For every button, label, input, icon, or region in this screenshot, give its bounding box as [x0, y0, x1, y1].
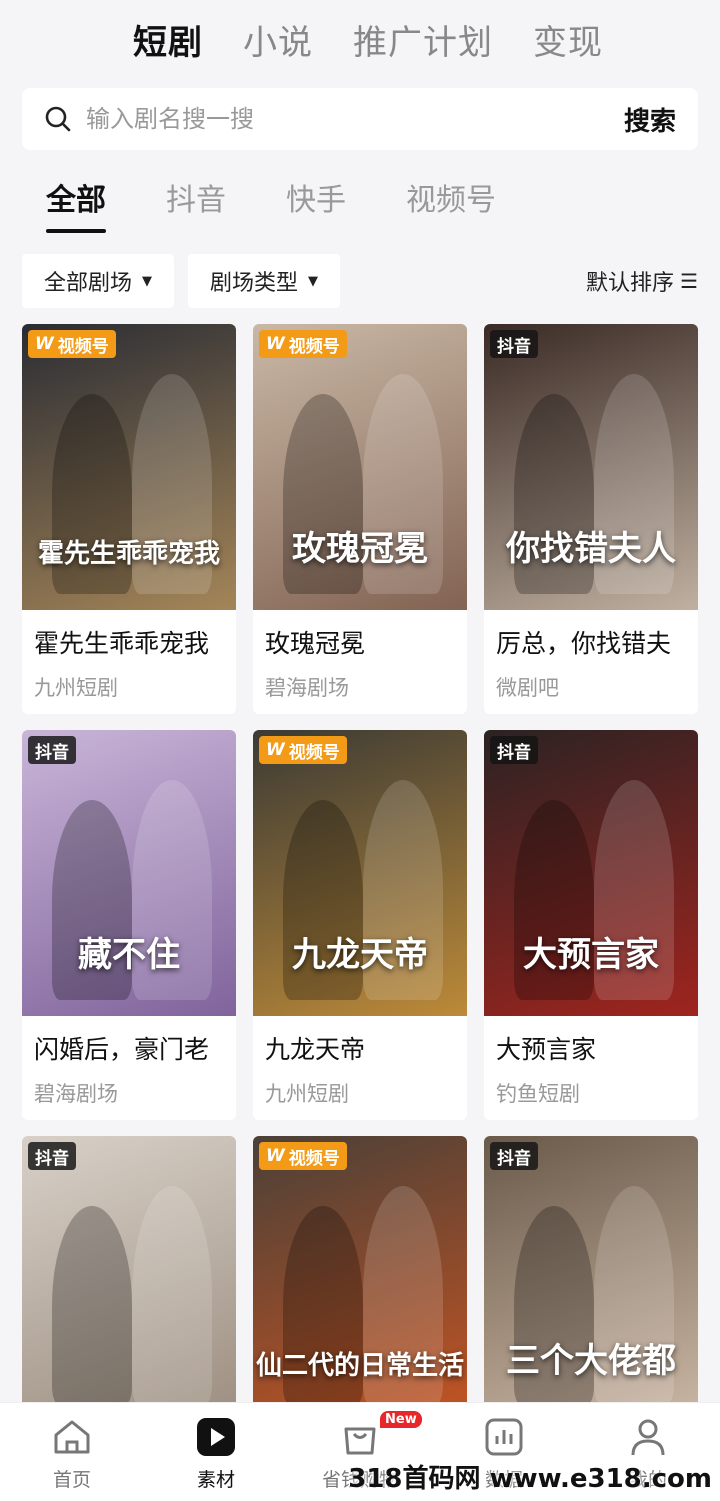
drama-poster: W 视频号仙二代的日常生活: [253, 1136, 467, 1422]
tab-short-drama[interactable]: 短剧: [133, 15, 203, 64]
type-filter-dropdown[interactable]: 剧场类型 ▼: [188, 254, 341, 308]
drama-card[interactable]: W 视频号 九龙天帝 九龙天帝 九州短剧: [253, 730, 467, 1120]
channels-logo-icon: W: [35, 334, 54, 354]
top-tab-bar: 短剧 小说 推广计划 变现: [0, 0, 720, 78]
drama-poster: 抖音藏不住: [22, 730, 236, 1016]
platform-badge: W 视频号: [28, 330, 116, 358]
drama-theater: 碧海剧场: [265, 676, 349, 700]
bar-chart-icon: [485, 1418, 523, 1456]
drama-theater: 微剧吧: [496, 676, 559, 700]
tab-douyin[interactable]: 抖音: [166, 175, 226, 233]
poster-title-art: 你找错夫人: [506, 529, 676, 569]
drama-poster: 抖音你找错夫人: [484, 324, 698, 610]
user-icon: [631, 1419, 665, 1456]
platform-badge: 抖音: [490, 736, 538, 764]
search-input[interactable]: [86, 105, 624, 133]
caret-down-icon: ▼: [308, 273, 319, 289]
channels-logo-icon: W: [266, 740, 285, 760]
drama-card[interactable]: 抖音 大预言家 大预言家 钓鱼短剧: [484, 730, 698, 1120]
drama-card[interactable]: W 视频号霍先生乖乖宠我 霍先生乖乖宠我九州短剧: [22, 324, 236, 714]
nav-material-label: 素材: [196, 1469, 235, 1491]
shopping-bag-icon: [344, 1427, 376, 1455]
tab-kuaishou[interactable]: 快手: [286, 175, 346, 233]
tab-promotion-plan[interactable]: 推广计划: [353, 15, 493, 64]
poster-figure: [132, 1186, 212, 1406]
new-badge: New: [380, 1411, 422, 1428]
theater-filter-label: 全部剧场: [44, 271, 133, 296]
nav-home-label: 首页: [52, 1469, 91, 1491]
platform-badge-label: 视频号: [57, 336, 109, 357]
type-filter-label: 剧场类型: [210, 271, 299, 296]
search-bar: 搜索: [22, 88, 698, 150]
drama-theater: 钓鱼短剧: [496, 1082, 580, 1106]
sort-label: 默认排序: [586, 271, 675, 296]
drama-card[interactable]: 抖音你找错夫人厉总，你找错夫微剧吧: [484, 324, 698, 714]
home-icon: [54, 1420, 90, 1454]
watermark: 318首码网 www.e318.com: [348, 1464, 712, 1494]
drama-poster: W 视频号玫瑰冠冕: [253, 324, 467, 610]
drama-theater: 碧海剧场: [34, 1082, 118, 1106]
drama-poster: W 视频号九龙天帝: [253, 730, 467, 1016]
platform-badge-label: 抖音: [497, 742, 531, 763]
platform-badge-label: 抖音: [497, 336, 531, 357]
drama-poster: W 视频号霍先生乖乖宠我: [22, 324, 236, 610]
search-button[interactable]: 搜索: [624, 101, 676, 138]
platform-badge-label: 抖音: [497, 1148, 531, 1169]
drama-theater: 九州短剧: [34, 676, 118, 700]
platform-badge-label: 视频号: [288, 1148, 340, 1169]
platform-badge-label: 视频号: [288, 742, 340, 763]
platform-badge: 抖音: [490, 330, 538, 358]
drama-title: 霍先生乖乖宠我: [34, 629, 210, 658]
platform-badge-label: 视频号: [288, 336, 340, 357]
drama-theater: 九州短剧: [265, 1082, 349, 1106]
platform-badge: W 视频号: [259, 736, 347, 764]
tab-monetize[interactable]: 变现: [533, 15, 603, 64]
channels-logo-icon: W: [266, 334, 285, 354]
platform-tabs: 全部 抖音 快手 视频号: [46, 175, 556, 235]
tab-novel[interactable]: 小说: [243, 15, 313, 64]
drama-poster: 抖音三个大佬都: [484, 1136, 698, 1422]
poster-title-art: 九龙天帝: [292, 935, 428, 975]
sort-icon: ☰: [680, 269, 698, 293]
nav-material[interactable]: 素材: [144, 1403, 288, 1501]
play-icon: [197, 1418, 235, 1456]
drama-card[interactable]: W 视频号 玫瑰冠冕 玫瑰冠冕 碧海剧场: [253, 324, 467, 714]
poster-figure: [52, 1206, 132, 1406]
caret-down-icon: ▼: [142, 273, 153, 289]
drama-card[interactable]: 抖音藏不住闪婚后，豪门老碧海剧场: [22, 730, 236, 1120]
tab-all[interactable]: 全部: [46, 175, 106, 233]
filter-bar: 全部剧场 ▼ 剧场类型 ▼ 默认排序 ☰: [22, 254, 698, 308]
platform-badge: W 视频号: [259, 1142, 347, 1170]
channels-logo-icon: W: [266, 1146, 285, 1166]
platform-badge: 抖音: [28, 736, 76, 764]
platform-badge-label: 抖音: [35, 742, 69, 763]
drama-grid: W 视频号 霍先生乖乖宠我 霍先生乖乖宠我 九州短剧 W 视频号 玫瑰冠冕 玫瑰冠冕 碧海剧场 抖音…: [22, 324, 698, 1501]
drama-title: 厉总，你找错夫: [496, 629, 672, 658]
drama-title: 九龙天帝: [265, 1035, 366, 1064]
platform-badge: 抖音: [28, 1142, 76, 1170]
bottom-nav: 首页 素材 New 省钱购物 数据 我的 318首码网 www.e318.com: [0, 1402, 720, 1501]
poster-title-art: 霍先生乖乖宠我: [37, 539, 220, 569]
platform-badge: W 视频号: [259, 330, 347, 358]
platform-badge-label: 抖音: [35, 1148, 69, 1169]
poster-title-art: 藏不住: [78, 935, 180, 975]
search-icon: [45, 106, 71, 132]
drama-poster: 抖音: [22, 1136, 236, 1422]
drama-poster: 抖音大预言家: [484, 730, 698, 1016]
poster-title-art: 三个大佬都: [506, 1341, 676, 1381]
nav-home[interactable]: 首页: [0, 1403, 144, 1501]
platform-badge: 抖音: [490, 1142, 538, 1170]
drama-title: 大预言家: [496, 1035, 597, 1064]
drama-title: 玫瑰冠冕: [265, 629, 366, 658]
poster-title-art: 仙二代的日常生活: [255, 1351, 464, 1381]
poster-title-art: 大预言家: [523, 935, 659, 975]
poster-title-art: 玫瑰冠冕: [292, 529, 428, 569]
theater-filter-dropdown[interactable]: 全部剧场 ▼: [22, 254, 175, 308]
tab-channels[interactable]: 视频号: [406, 175, 496, 233]
sort-button[interactable]: 默认排序 ☰: [586, 265, 698, 297]
drama-title: 闪婚后，豪门老: [34, 1035, 210, 1064]
